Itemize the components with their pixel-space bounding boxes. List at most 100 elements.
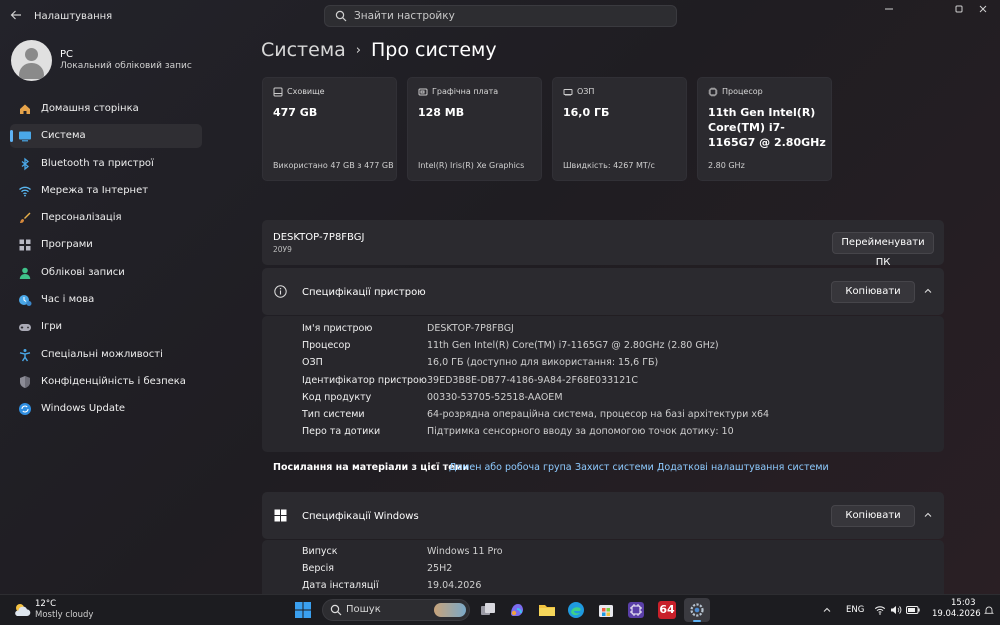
search-icon: [335, 10, 347, 22]
spec-key: Код продукту: [302, 392, 372, 403]
device-model: 20У9: [273, 245, 292, 254]
device-specs-header[interactable]: Специфікації пристрою Копіювати: [262, 268, 944, 315]
weather-description: Mostly cloudy: [35, 610, 94, 620]
spec-key: Версія: [302, 563, 334, 574]
chevron-up-icon[interactable]: [822, 605, 832, 615]
notification-bell-icon[interactable]: [984, 605, 994, 615]
spec-value[interactable]: 11th Gen Intel(R) Core(TM) i7-1165G7 @ 2…: [427, 340, 719, 351]
page-title: Про систему: [371, 39, 497, 61]
maximize-button[interactable]: [948, 4, 970, 16]
minimize-button[interactable]: [878, 4, 900, 16]
link-domain-workgroup[interactable]: Домен або робоча група: [449, 462, 572, 473]
close-button[interactable]: [972, 4, 994, 16]
wifi-icon[interactable]: [874, 604, 886, 616]
sidebar-item-privacy[interactable]: Конфіденційність і безпека: [10, 370, 202, 394]
sidebar-item-personalization[interactable]: Персоналізація: [10, 206, 202, 230]
windows-specs-header[interactable]: Специфікації Windows Копіювати: [262, 492, 944, 539]
chip-app-icon[interactable]: [627, 601, 645, 619]
spec-value[interactable]: 19.04.2026: [427, 580, 481, 591]
gear-icon: [690, 603, 704, 617]
search-highlight-image: [434, 603, 466, 617]
sidebar-item-system[interactable]: Система: [10, 124, 202, 149]
spec-row: Дата інсталяції: [302, 580, 379, 591]
settings-taskbar-button[interactable]: [684, 598, 710, 622]
copy-windows-specs-button[interactable]: Копіювати: [831, 505, 915, 527]
battery-icon[interactable]: [906, 605, 920, 615]
spec-value[interactable]: 25H2: [427, 563, 452, 574]
device-specs-title: Специфікації пристрою: [302, 287, 426, 298]
profile-name: PC: [60, 49, 74, 60]
copilot-icon[interactable]: [508, 601, 526, 619]
sidebar-item-accessibility[interactable]: Спеціальні можливості: [10, 343, 202, 367]
profile-account-type: Локальний обліковий запис: [60, 61, 192, 71]
sidebar-item-label: Мережа та Інтернет: [41, 184, 149, 196]
aida64-icon[interactable]: 64: [658, 601, 676, 619]
collapse-device-specs[interactable]: [922, 286, 934, 298]
breadcrumb: Система › Про систему: [261, 39, 497, 61]
ram-icon: [563, 89, 573, 96]
windows-logo-icon: [274, 509, 287, 522]
back-button[interactable]: [8, 9, 24, 23]
sidebar-nav: Домашня сторінка Система Bluetooth та пр…: [10, 97, 202, 425]
collapse-windows-specs[interactable]: [922, 510, 934, 522]
spec-value[interactable]: 64-розрядна операційна система, процесор…: [427, 409, 769, 420]
taskbar: 12°C Mostly cloudy Пошук 64 ENG 15:03 19…: [0, 594, 1000, 625]
spec-value[interactable]: DESKTOP-7P8FBGJ: [427, 323, 514, 334]
sidebar-item-apps[interactable]: Програми: [10, 233, 202, 257]
start-button[interactable]: [294, 601, 312, 619]
title-bar: Налаштування Знайти настройку: [0, 0, 1000, 32]
sidebar-item-windows-update[interactable]: Windows Update: [10, 397, 202, 421]
spec-row: Ім'я пристрою: [302, 323, 372, 334]
cpu-card[interactable]: Процесор 11th Gen Intel(R) Core(TM) i7-1…: [697, 77, 832, 181]
device-name-panel: DESKTOP-7P8FBGJ 20У9 Перейменувати ПК: [262, 220, 944, 268]
card-value: 477 GB: [273, 106, 318, 119]
link-advanced-system-settings[interactable]: Додаткові налаштування системи: [657, 462, 829, 473]
language-indicator[interactable]: ENG: [846, 605, 864, 615]
task-view-icon[interactable]: [479, 601, 497, 619]
clock-time[interactable]: 15:03: [951, 598, 976, 608]
gpu-card[interactable]: Графічна плата 128 MB Intel(R) Iris(R) X…: [407, 77, 542, 181]
sidebar-item-accounts[interactable]: Облікові записи: [10, 261, 202, 285]
sidebar-item-label: Облікові записи: [41, 266, 125, 278]
copy-device-specs-button[interactable]: Копіювати: [831, 281, 915, 303]
sidebar-item-home[interactable]: Домашня сторінка: [10, 97, 202, 121]
storage-icon: [273, 87, 283, 97]
clock-date[interactable]: 19.04.2026: [932, 609, 981, 619]
gpu-icon: [418, 88, 428, 96]
sidebar-item-label: Система: [41, 130, 86, 142]
shield-icon: [20, 375, 30, 388]
sidebar-item-bluetooth[interactable]: Bluetooth та пристрої: [10, 152, 202, 176]
file-explorer-icon[interactable]: [538, 601, 556, 619]
sidebar-item-label: Домашня сторінка: [41, 103, 139, 114]
spec-row: Версія: [302, 563, 334, 574]
spec-row: Ідентифікатор пристрою: [302, 375, 427, 386]
sidebar-item-gaming[interactable]: Ігри: [10, 315, 202, 339]
wifi-icon: [19, 186, 31, 197]
volume-icon[interactable]: [890, 604, 902, 616]
spec-value[interactable]: Windows 11 Pro: [427, 546, 503, 557]
rename-pc-button[interactable]: Перейменувати ПК: [832, 232, 934, 268]
ram-card[interactable]: ОЗП 16,0 ГБ Швидкість: 4267 MT/c: [552, 77, 687, 181]
spec-row: Код продукту: [302, 392, 371, 403]
microsoft-store-icon[interactable]: [597, 601, 615, 619]
edge-browser-icon[interactable]: [567, 601, 585, 619]
sidebar-item-network[interactable]: Мережа та Інтернет: [10, 179, 202, 203]
info-icon: [274, 285, 287, 298]
settings-search-input[interactable]: Знайти настройку: [324, 5, 677, 27]
sidebar-item-label: Час і мова: [41, 294, 95, 306]
spec-value[interactable]: Підтримка сенсорного вводу за допомогою …: [427, 426, 734, 437]
storage-card[interactable]: Сховище 477 GB Використано 47 GB з 477 G…: [262, 77, 397, 181]
spec-key: Випуск: [302, 546, 338, 557]
spec-row: Випуск: [302, 546, 338, 557]
spec-value[interactable]: 16,0 ГБ (доступно для використання: 15,6…: [427, 357, 658, 368]
sidebar-item-time-language[interactable]: Час і мова: [10, 288, 202, 312]
cloud-sun-icon[interactable]: [12, 601, 32, 619]
spec-value[interactable]: 39ED3B8E-DB77-4186-9A84-2F68E033121C: [427, 375, 638, 386]
link-system-protection[interactable]: Захист системи: [575, 462, 654, 473]
card-value: 128 MB: [418, 106, 465, 119]
taskbar-search-input[interactable]: Пошук: [322, 599, 470, 621]
minimize-icon: [885, 8, 893, 10]
spec-value[interactable]: 00330-53705-52518-AAOEM: [427, 392, 563, 403]
breadcrumb-parent[interactable]: Система: [261, 39, 346, 61]
taskbar-search-placeholder: Пошук: [346, 604, 381, 615]
